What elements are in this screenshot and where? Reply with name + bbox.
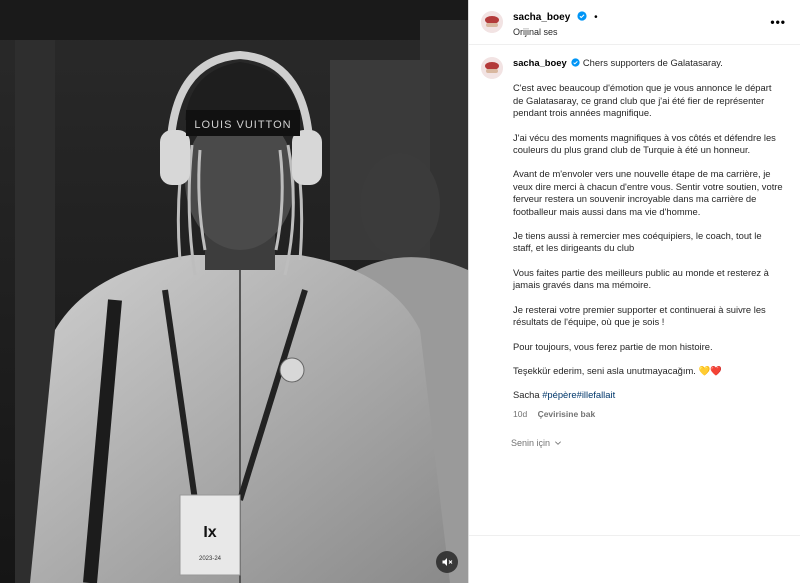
avatar[interactable] — [481, 11, 503, 33]
speaker-muted-icon — [442, 558, 453, 566]
caption-avatar-image — [481, 57, 503, 79]
panel-divider — [469, 535, 800, 536]
caption-username[interactable]: sacha_boey — [513, 57, 567, 68]
chevron-down-icon — [555, 441, 561, 446]
for-you-label: Senin için — [511, 438, 551, 449]
post-panel: sacha_boey • Orijinal ses ••• sacha_boey… — [468, 0, 800, 583]
verified-icon — [577, 7, 587, 27]
post-media[interactable]: LOUIS VUITTON Ix 2023-24 — [0, 0, 468, 583]
separator-dot: • — [594, 11, 598, 23]
for-you-dropdown[interactable]: Senin için — [511, 438, 800, 448]
signoff: Sacha — [513, 389, 540, 401]
caption-paragraph: C'est avec beaucoup d'émotion que je vou… — [513, 82, 772, 119]
caption-paragraph: Avant de m'envoler vers une nouvelle éta… — [513, 168, 783, 217]
caption-paragraph: Vous faites partie des meilleurs public … — [513, 266, 769, 291]
beanie-logo: LOUIS VUITTON — [194, 119, 291, 131]
more-options-icon[interactable]: ••• — [770, 15, 786, 29]
caption-avatar[interactable] — [481, 57, 503, 79]
badge-year: 2023-24 — [199, 556, 222, 562]
caption-paragraph: Pour toujours, vous ferez partie de mon … — [513, 340, 713, 352]
mute-button[interactable] — [436, 551, 458, 573]
caption-row: sacha_boey Chers supporters de Galatasar… — [469, 45, 800, 420]
post-photo: LOUIS VUITTON Ix 2023-24 — [0, 0, 468, 583]
caption-text: sacha_boey Chers supporters de Galatasar… — [513, 57, 783, 420]
caption-paragraph: J'ai vécu des moments magnifiques à vos … — [513, 131, 776, 156]
audio-label[interactable]: Orijinal ses — [513, 27, 598, 38]
post-age[interactable]: 10d — [513, 409, 527, 419]
hashtags-link[interactable]: #pépère#illefallait — [542, 389, 615, 400]
caption-paragraph: Teşekkür ederim, seni asla unutmayacağım… — [513, 364, 722, 376]
badge-text: Ix — [203, 524, 216, 541]
caption-verified-icon — [571, 58, 580, 70]
see-translation-link[interactable]: Çevirisine bak — [538, 409, 596, 419]
caption-line: Chers supporters de Galatasaray. — [582, 57, 723, 68]
username[interactable]: sacha_boey — [513, 12, 570, 23]
caption-paragraph: Je resterai votre premier supporter et c… — [513, 303, 766, 328]
avatar-image — [481, 11, 503, 33]
post-header: sacha_boey • Orijinal ses ••• — [469, 0, 800, 45]
post-viewer: LOUIS VUITTON Ix 2023-24 sacha_boey • Or… — [0, 0, 800, 583]
post-meta: 10d Çevirisine bak — [513, 408, 783, 420]
caption-paragraph: Je tiens aussi à remercier mes coéquipie… — [513, 230, 762, 254]
